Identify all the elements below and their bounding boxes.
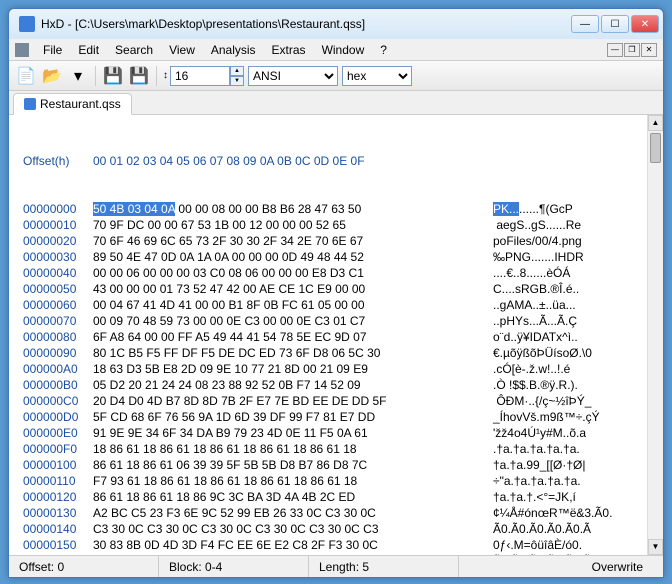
save-button[interactable]: 💾 <box>102 65 124 87</box>
floppy-stack-icon: 💾 <box>129 66 149 86</box>
updown-icon: ↕ <box>163 70 168 81</box>
hex-row[interactable]: 0000003089 50 4E 47 0D 0A 1A 0A 00 00 00… <box>23 249 659 265</box>
hex-row[interactable]: 0000012086 61 18 86 61 18 86 9C 3C BA 3D… <box>23 489 659 505</box>
bytes-per-row-stepper[interactable]: ↕ ▲ ▼ <box>163 66 244 86</box>
hex-row[interactable]: 0000000050 4B 03 04 0A 00 00 08 00 00 B8… <box>23 201 659 217</box>
app-window: HxD - [C:\Users\mark\Desktop\presentatio… <box>8 8 664 578</box>
status-bar: Offset: 0 Block: 0-4 Length: 5 Overwrite <box>9 555 663 577</box>
scroll-up-button[interactable]: ▲ <box>648 115 663 131</box>
open-folder-icon: 📂 <box>42 66 62 86</box>
hex-row[interactable]: 0000005043 00 00 00 01 73 52 47 42 00 AE… <box>23 281 659 297</box>
hex-row[interactable]: 000000A018 63 D3 5B E8 2D 09 9E 10 77 21… <box>23 361 659 377</box>
hex-row[interactable]: 0000010086 61 18 86 61 06 39 39 5F 5B 5B… <box>23 457 659 473</box>
hex-row[interactable]: 0000006000 04 67 41 4D 41 00 00 B1 8F 0B… <box>23 297 659 313</box>
status-block: Block: 0-4 <box>159 556 309 577</box>
new-file-icon: 📄 <box>16 66 36 86</box>
separator <box>95 66 96 86</box>
hex-view[interactable]: Offset(h)00 01 02 03 04 05 06 07 08 09 0… <box>9 115 663 555</box>
hex-row[interactable]: 0000001070 9F DC 00 00 67 53 1B 00 12 00… <box>23 217 659 233</box>
menu-view[interactable]: View <box>161 41 203 59</box>
hex-row[interactable]: 000000F018 86 61 18 86 61 18 86 61 18 86… <box>23 441 659 457</box>
tab-bar: Restaurant.qss <box>9 91 663 115</box>
hex-row[interactable]: 0000002070 6F 46 69 6C 65 73 2F 30 30 2F… <box>23 233 659 249</box>
vertical-scrollbar[interactable]: ▲ ▼ <box>647 115 663 555</box>
hex-row[interactable]: 000000C020 D4 D0 4D B7 8D 8D 7B 2F E7 7E… <box>23 393 659 409</box>
hex-row[interactable]: 00000160C3 30 0C C3 30 0C C3 30 0C C3 30… <box>23 553 659 555</box>
hex-row[interactable]: 000000B005 D2 20 21 24 24 08 23 88 92 52… <box>23 377 659 393</box>
encoding-select[interactable]: ANSI <box>248 66 338 86</box>
hex-row[interactable]: 0000009080 1C B5 F5 FF DF F5 DE DC ED 73… <box>23 345 659 361</box>
spin-down-button[interactable]: ▼ <box>230 76 244 86</box>
hex-row[interactable]: 00000140C3 30 0C C3 30 0C C3 30 0C C3 30… <box>23 521 659 537</box>
chevron-down-icon: ▾ <box>74 66 82 86</box>
menu-analysis[interactable]: Analysis <box>203 41 264 59</box>
app-icon <box>19 16 35 32</box>
tab-label: Restaurant.qss <box>40 97 121 111</box>
document-icon <box>15 43 29 57</box>
minimize-button[interactable]: — <box>571 15 599 33</box>
file-icon <box>24 98 36 110</box>
separator <box>156 66 157 86</box>
menu-edit[interactable]: Edit <box>70 41 107 59</box>
mdi-minimize-button[interactable]: — <box>607 43 623 57</box>
floppy-icon: 💾 <box>103 66 123 86</box>
menu-extras[interactable]: Extras <box>264 41 314 59</box>
new-button[interactable]: 📄 <box>15 65 37 87</box>
mdi-close-button[interactable]: ✕ <box>641 43 657 57</box>
toolbar: 📄 📂 ▾ 💾 💾 ↕ ▲ ▼ ANSI hex <box>9 61 663 91</box>
spin-up-button[interactable]: ▲ <box>230 66 244 76</box>
maximize-button[interactable]: ☐ <box>601 15 629 33</box>
mdi-restore-button[interactable]: ❐ <box>624 43 640 57</box>
menu-bar: File Edit Search View Analysis Extras Wi… <box>9 39 663 61</box>
hex-row[interactable]: 000000D05F CD 68 6F 76 56 9A 1D 6D 39 DF… <box>23 409 659 425</box>
base-select[interactable]: hex <box>342 66 412 86</box>
open-button[interactable]: 📂 <box>41 65 63 87</box>
columns-header: 00 01 02 03 04 05 06 07 08 09 0A 0B 0C 0… <box>93 153 493 169</box>
hex-row[interactable]: 00000130A2 BC C5 23 F3 6E 9C 52 99 EB 26… <box>23 505 659 521</box>
status-mode: Overwrite <box>582 556 663 577</box>
title-bar[interactable]: HxD - [C:\Users\mark\Desktop\presentatio… <box>9 9 663 39</box>
open-dropdown[interactable]: ▾ <box>67 65 89 87</box>
close-button[interactable]: ✕ <box>631 15 659 33</box>
menu-search[interactable]: Search <box>107 41 161 59</box>
status-length: Length: 5 <box>309 556 459 577</box>
hex-row[interactable]: 000000E091 9E 9E 34 6F 34 DA B9 79 23 4D… <box>23 425 659 441</box>
tab-restaurant-qss[interactable]: Restaurant.qss <box>13 93 132 115</box>
hex-row[interactable]: 0000004000 00 06 00 00 00 03 C0 08 06 00… <box>23 265 659 281</box>
scrollbar-thumb[interactable] <box>650 133 661 163</box>
scroll-down-button[interactable]: ▼ <box>648 539 663 555</box>
hex-row[interactable]: 0000007000 09 70 48 59 73 00 00 0E C3 00… <box>23 313 659 329</box>
bytes-per-row-input[interactable] <box>170 66 230 86</box>
menu-window[interactable]: Window <box>314 41 373 59</box>
hex-row[interactable]: 0000015030 83 8B 0D 4D 3D F4 FC EE 6E E2… <box>23 537 659 553</box>
save-all-button[interactable]: 💾 <box>128 65 150 87</box>
offset-header: Offset(h) <box>23 153 93 169</box>
menu-file[interactable]: File <box>35 41 70 59</box>
hex-row[interactable]: 00000110F7 93 61 18 86 61 18 86 61 18 86… <box>23 473 659 489</box>
status-offset: Offset: 0 <box>9 556 159 577</box>
menu-help[interactable]: ? <box>372 41 395 59</box>
window-title: HxD - [C:\Users\mark\Desktop\presentatio… <box>41 17 571 31</box>
hex-row[interactable]: 000000806F A8 64 00 00 FF A5 49 44 41 54… <box>23 329 659 345</box>
